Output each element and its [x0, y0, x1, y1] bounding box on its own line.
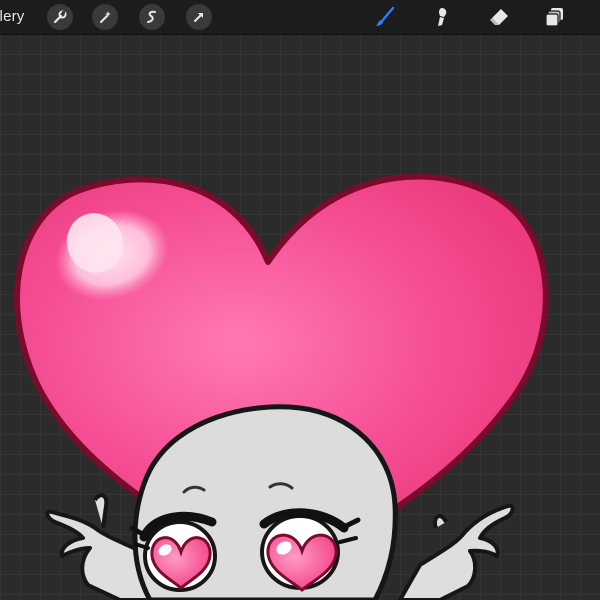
- eraser-icon[interactable]: [487, 5, 511, 29]
- selection-icon[interactable]: [139, 4, 165, 30]
- layers-icon[interactable]: [543, 5, 567, 29]
- right-hand: [398, 503, 515, 600]
- wrench-icon[interactable]: [47, 4, 73, 30]
- artwork: [13, 173, 549, 600]
- drawing-canvas[interactable]: [0, 35, 600, 600]
- gallery-button[interactable]: llery: [0, 8, 25, 25]
- brush-icon[interactable]: [373, 5, 397, 29]
- smudge-icon[interactable]: [430, 5, 454, 29]
- top-toolbar: llery: [0, 0, 600, 35]
- transform-arrow-icon[interactable]: [186, 4, 212, 30]
- magic-wand-icon[interactable]: [92, 4, 118, 30]
